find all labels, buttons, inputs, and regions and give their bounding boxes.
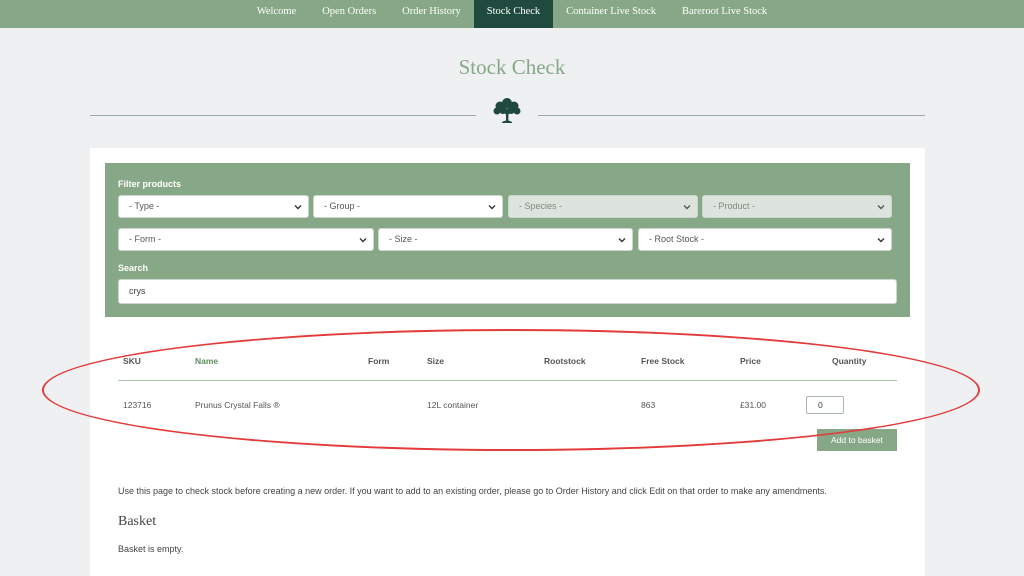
column-header-sku: SKU — [123, 356, 141, 366]
filter-box: Filter products - Type - - Group - - Spe… — [105, 163, 910, 317]
chevron-down-icon — [488, 205, 496, 210]
top-navigation: Welcome Open Orders Order History Stock … — [0, 0, 1024, 28]
chevron-down-icon — [877, 238, 885, 243]
column-header-name: Name — [195, 356, 219, 366]
chevron-down-icon — [359, 238, 367, 243]
filter-products-label: Filter products — [118, 179, 182, 189]
nav-container-live-stock[interactable]: Container Live Stock — [553, 0, 669, 28]
nav-open-orders[interactable]: Open Orders — [309, 0, 389, 28]
root-stock-select[interactable]: - Root Stock - — [638, 228, 892, 251]
species-select[interactable]: - Species - — [508, 195, 698, 218]
nav-order-history[interactable]: Order History — [389, 0, 474, 28]
chevron-down-icon — [294, 205, 302, 210]
basket-title: Basket — [118, 514, 157, 529]
group-select-value: - Group - — [324, 201, 361, 211]
add-to-basket-button[interactable]: Add to basket — [817, 429, 897, 451]
quantity-input[interactable]: 0 — [806, 396, 844, 414]
chevron-down-icon — [683, 205, 691, 210]
row-sku: 123716 — [123, 400, 152, 410]
column-header-form: Form — [368, 356, 390, 366]
tree-icon — [493, 98, 521, 123]
help-text: Use this page to check stock before crea… — [118, 486, 827, 496]
species-select-value: - Species - — [519, 201, 563, 211]
divider-right — [538, 115, 925, 116]
main-panel: Filter products - Type - - Group - - Spe… — [90, 148, 925, 576]
product-select-value: - Product - — [713, 201, 756, 211]
form-select[interactable]: - Form - — [118, 228, 374, 251]
column-header-rootstock: Rootstock — [544, 356, 586, 366]
type-select-value: - Type - — [129, 201, 160, 211]
row-free-stock: 863 — [641, 400, 656, 410]
row-size: 12L container — [427, 400, 479, 410]
divider-left — [90, 115, 476, 116]
product-select[interactable]: - Product - — [702, 195, 892, 218]
column-header-free-stock: Free Stock — [641, 356, 685, 366]
column-header-quantity: Quantity — [832, 356, 867, 366]
size-select[interactable]: - Size - — [378, 228, 633, 251]
nav-welcome[interactable]: Welcome — [244, 0, 309, 28]
form-select-value: - Form - — [129, 234, 161, 244]
column-header-price: Price — [740, 356, 761, 366]
table-header-rule — [118, 380, 897, 381]
group-select[interactable]: - Group - — [313, 195, 503, 218]
type-select[interactable]: - Type - — [118, 195, 309, 218]
nav-bareroot-live-stock[interactable]: Bareroot Live Stock — [669, 0, 780, 28]
size-select-value: - Size - — [389, 234, 418, 244]
page-title: Stock Check — [458, 55, 566, 79]
root-stock-select-value: - Root Stock - — [649, 234, 705, 244]
chevron-down-icon — [877, 205, 885, 210]
search-input[interactable]: crys — [118, 279, 897, 304]
nav-stock-check[interactable]: Stock Check — [473, 0, 554, 28]
row-name: Prunus Crystal Falls ® — [195, 400, 280, 410]
basket-empty-text: Basket is empty. — [118, 544, 184, 554]
search-label: Search — [118, 263, 149, 273]
row-price: £31.00 — [740, 400, 766, 410]
chevron-down-icon — [618, 238, 626, 243]
column-header-size: Size — [427, 356, 445, 366]
